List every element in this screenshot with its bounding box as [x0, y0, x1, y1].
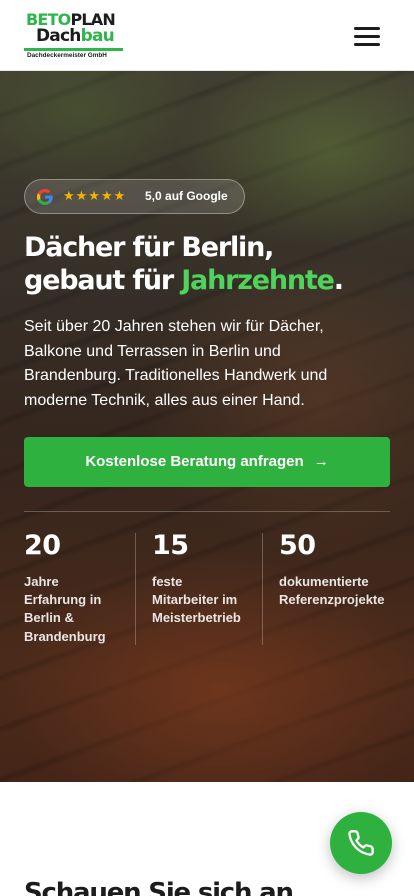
rating-stars: ★★★★★ — [63, 188, 127, 203]
logo[interactable]: BETOPLAN Dachbau Dachdeckermeister GmbH — [24, 11, 124, 61]
logo-underline — [24, 48, 123, 51]
stats-divider — [24, 511, 390, 512]
stat-separator — [262, 533, 263, 645]
arrow-right-icon: → — [313, 453, 329, 470]
stat-years: 20 Jahre Erfahrung in Berlin & Brandenbu… — [24, 531, 134, 646]
stat-separator — [135, 533, 136, 645]
consultation-cta-button[interactable]: Kostenlose Beratung anfragen → — [24, 437, 390, 487]
google-rating-badge[interactable]: ★★★★★ 5,0 auf Google — [24, 179, 245, 214]
logo-wordmark-main: Dachbau — [36, 26, 115, 46]
cta-label: Kostenlose Beratung anfragen — [85, 453, 304, 470]
stat-label: feste Mitarbeiter im Meisterbetrieb — [152, 574, 241, 626]
hero-lead-text: Seit über 20 Jahren stehen wir für Däche… — [24, 318, 328, 409]
stat-value: 15 — [152, 530, 189, 561]
stat-label: dokumentierte Referenzprojekte — [279, 574, 385, 608]
rating-label: 5,0 auf Google — [145, 189, 228, 203]
google-icon — [37, 189, 53, 205]
hero-background-overlay — [0, 71, 414, 782]
stat-projects: 50 dokumentierte Referenzprojekte — [279, 531, 389, 609]
headline-accent: Jahrzehnte — [181, 265, 335, 296]
hero-headline: Dächer für Berlin, gebaut für Jahrzehnte… — [24, 232, 344, 296]
stat-value: 50 — [279, 530, 316, 561]
call-button[interactable] — [330, 812, 392, 874]
stat-employees: 15 feste Mitarbeiter im Meisterbetrieb — [152, 531, 262, 628]
section-heading: Schauen Sie sich an — [24, 878, 294, 896]
hero-section: ★★★★★ 5,0 auf Google Dächer für Berlin, … — [0, 71, 414, 782]
stat-label: Jahre Erfahrung in Berlin & Brandenburg — [24, 574, 106, 644]
hamburger-menu-icon[interactable] — [352, 24, 382, 48]
logo-subtitle: Dachdeckermeister GmbH — [27, 52, 107, 59]
stat-value: 20 — [24, 530, 61, 561]
site-header: BETOPLAN Dachbau Dachdeckermeister GmbH — [0, 0, 414, 71]
phone-icon — [348, 830, 374, 856]
